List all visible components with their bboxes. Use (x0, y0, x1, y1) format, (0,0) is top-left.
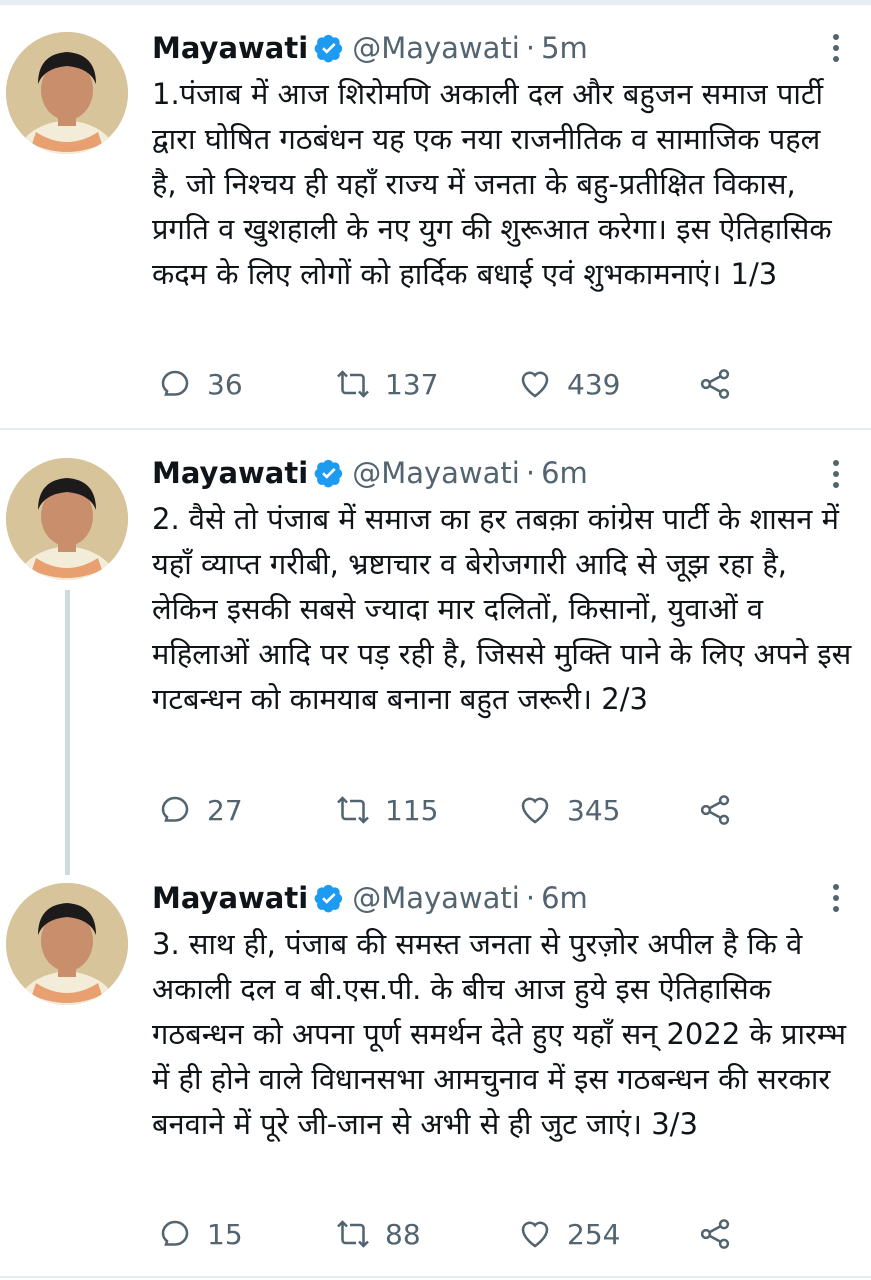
reply-count: 36 (207, 367, 243, 401)
more-options-icon[interactable] (831, 34, 841, 67)
tweet-actions: 15 88 254 (157, 1214, 757, 1254)
tweet-actions: 27 115 345 (157, 790, 757, 830)
avatar[interactable] (6, 458, 128, 580)
avatar-image (6, 883, 128, 1005)
reply-button[interactable]: 15 (157, 1216, 243, 1252)
share-button[interactable] (697, 792, 733, 828)
timestamp[interactable]: 5m (541, 31, 588, 65)
verified-badge-icon (314, 34, 343, 63)
top-divider (0, 0, 871, 5)
author-handle[interactable]: @Mayawati (352, 881, 520, 915)
timestamp[interactable]: 6m (541, 456, 588, 490)
retweet-icon (337, 796, 369, 824)
tweet-divider (0, 428, 871, 430)
thread-connector-line (65, 590, 70, 875)
author-handle[interactable]: @Mayawati (352, 31, 520, 65)
reply-button[interactable]: 36 (157, 366, 243, 402)
tweet-header: Mayawati @Mayawati · 6m (152, 453, 852, 493)
avatar[interactable] (6, 32, 128, 154)
bottom-divider (0, 1276, 871, 1278)
author-name[interactable]: Mayawati (152, 31, 308, 65)
verified-badge-icon (314, 884, 343, 913)
timestamp[interactable]: 6m (541, 881, 588, 915)
more-options-icon[interactable] (831, 884, 841, 917)
retweet-count: 137 (385, 367, 439, 401)
tweet-header: Mayawati @Mayawati · 6m (152, 878, 852, 918)
avatar-image (6, 32, 128, 154)
share-button[interactable] (697, 366, 733, 402)
share-icon (700, 1219, 730, 1249)
retweet-icon (337, 1220, 369, 1248)
share-icon (700, 369, 730, 399)
retweet-button[interactable]: 115 (335, 792, 438, 828)
retweet-count: 115 (385, 793, 439, 827)
like-button[interactable]: 254 (517, 1216, 620, 1252)
reply-icon (161, 370, 189, 396)
tweet-text: 3. साथ ही, पंजाब की समस्त जनता से पुरज़ो… (152, 927, 846, 1141)
more-options-icon[interactable] (831, 460, 841, 493)
retweet-icon (337, 370, 369, 398)
reply-count: 27 (207, 793, 243, 827)
tweet-actions: 36 137 439 (157, 364, 757, 404)
reply-count: 15 (207, 1217, 243, 1251)
verified-badge-icon (314, 459, 343, 488)
heart-icon (521, 1221, 549, 1248)
separator-dot: · (525, 31, 536, 65)
tweet-header: Mayawati @Mayawati · 5m (152, 28, 852, 68)
retweet-button[interactable]: 88 (335, 1216, 421, 1252)
separator-dot: · (525, 881, 536, 915)
tweet-text: 2. वैसे तो पंजाब में समाज का हर तबक़ा का… (152, 502, 852, 716)
like-button[interactable]: 345 (517, 792, 620, 828)
heart-icon (521, 371, 549, 398)
heart-icon (521, 797, 549, 824)
separator-dot: · (525, 456, 536, 490)
avatar-image (6, 458, 128, 580)
avatar[interactable] (6, 883, 128, 1005)
tweet-text: 1.पंजाब में आज शिरोमणि अकाली दल और बहुजन… (152, 77, 832, 291)
reply-button[interactable]: 27 (157, 792, 243, 828)
like-count: 439 (567, 367, 621, 401)
author-name[interactable]: Mayawati (152, 456, 308, 490)
author-name[interactable]: Mayawati (152, 881, 308, 915)
like-button[interactable]: 439 (517, 366, 620, 402)
retweet-count: 88 (385, 1217, 421, 1251)
share-button[interactable] (697, 1216, 733, 1252)
share-icon (700, 795, 730, 825)
like-count: 345 (567, 793, 621, 827)
like-count: 254 (567, 1217, 621, 1251)
reply-icon (161, 1220, 189, 1246)
retweet-button[interactable]: 137 (335, 366, 438, 402)
author-handle[interactable]: @Mayawati (352, 456, 520, 490)
reply-icon (161, 796, 189, 822)
